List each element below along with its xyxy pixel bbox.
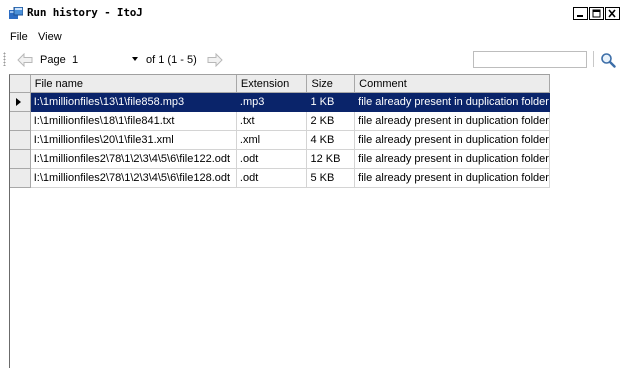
maximize-icon [592, 9, 601, 18]
column-header-file-name[interactable]: File name [30, 75, 237, 93]
cell-size[interactable]: 5 KB [306, 168, 356, 188]
page-count-label: of 1 (1 - 5) [146, 54, 197, 66]
app-icon [9, 7, 23, 19]
window-controls [573, 7, 620, 21]
toolbar-separator [593, 51, 594, 67]
cell-extension[interactable]: .odt [236, 149, 308, 169]
cell-file-name[interactable]: I:\1millionfiles2\78\1\2\3\4\5\6\file128… [30, 168, 237, 188]
results-table: File name Extension Size Comment I:\1mil… [10, 75, 550, 188]
cell-file-name[interactable]: I:\1millionfiles\13\1\file858.mp3 [30, 92, 237, 112]
navigation-toolbar: Page 1 of 1 (1 - 5) [0, 48, 624, 71]
menu-view[interactable]: View [38, 31, 62, 43]
cell-comment[interactable]: file already present in duplication fold… [354, 92, 550, 112]
header-row: File name Extension Size Comment [10, 75, 550, 93]
row-header[interactable] [10, 149, 31, 169]
close-button[interactable] [605, 7, 620, 20]
row-header[interactable] [10, 130, 31, 150]
run-history-window: Run history - ItoJ File View Page 1 of 1 [0, 0, 624, 368]
table-row[interactable]: I:\1millionfiles2\78\1\2\3\4\5\6\file122… [10, 149, 550, 169]
run-history-grid: File name Extension Size Comment I:\1mil… [9, 74, 550, 190]
cell-size[interactable]: 4 KB [306, 130, 356, 150]
cell-file-name[interactable]: I:\1millionfiles2\78\1\2\3\4\5\6\file122… [30, 149, 237, 169]
close-icon [608, 9, 616, 18]
row-header[interactable] [10, 168, 31, 188]
table-row[interactable]: I:\1millionfiles\13\1\file858.mp3 .mp3 1… [10, 92, 550, 112]
cell-size[interactable]: 2 KB [306, 111, 356, 131]
search-icon[interactable] [600, 52, 616, 68]
cell-size[interactable]: 12 KB [306, 149, 356, 169]
column-header-comment[interactable]: Comment [354, 75, 550, 93]
toolbar-grip[interactable] [3, 52, 6, 66]
title-bar[interactable]: Run history - ItoJ [0, 0, 624, 26]
table-row[interactable]: I:\1millionfiles\20\1\file31.xml .xml 4 … [10, 130, 550, 150]
current-row-icon [16, 98, 21, 106]
cell-comment[interactable]: file already present in duplication fold… [354, 149, 550, 169]
page-select[interactable]: 1 [68, 52, 140, 68]
cell-extension[interactable]: .odt [236, 168, 308, 188]
column-header-extension[interactable]: Extension [236, 75, 308, 93]
page-select-value: 1 [72, 54, 79, 66]
minimize-icon [577, 15, 583, 17]
chevron-down-icon [132, 57, 138, 61]
cell-extension[interactable]: .txt [236, 111, 308, 131]
menu-bar: File View [0, 28, 624, 46]
window-title: Run history - ItoJ [27, 6, 143, 19]
cell-comment[interactable]: file already present in duplication fold… [354, 168, 550, 188]
menu-file[interactable]: File [10, 31, 28, 43]
previous-page-icon[interactable] [17, 53, 33, 67]
row-header[interactable] [10, 111, 31, 131]
cell-comment[interactable]: file already present in duplication fold… [354, 111, 550, 131]
grid-left-border [9, 189, 10, 368]
cell-extension[interactable]: .xml [236, 130, 308, 150]
column-header-size[interactable]: Size [306, 75, 356, 93]
row-header[interactable] [10, 92, 31, 112]
cell-file-name[interactable]: I:\1millionfiles\20\1\file31.xml [30, 130, 237, 150]
cell-file-name[interactable]: I:\1millionfiles\18\1\file841.txt [30, 111, 237, 131]
cell-comment[interactable]: file already present in duplication fold… [354, 130, 550, 150]
next-page-icon[interactable] [207, 53, 223, 67]
corner-header[interactable] [10, 75, 31, 93]
search-input[interactable] [473, 51, 587, 68]
table-row[interactable]: I:\1millionfiles\18\1\file841.txt .txt 2… [10, 111, 550, 131]
cell-extension[interactable]: .mp3 [236, 92, 308, 112]
cell-size[interactable]: 1 KB [306, 92, 356, 112]
maximize-button[interactable] [589, 7, 604, 20]
table-row[interactable]: I:\1millionfiles2\78\1\2\3\4\5\6\file128… [10, 168, 550, 188]
page-label: Page [40, 54, 66, 66]
minimize-button[interactable] [573, 7, 588, 20]
